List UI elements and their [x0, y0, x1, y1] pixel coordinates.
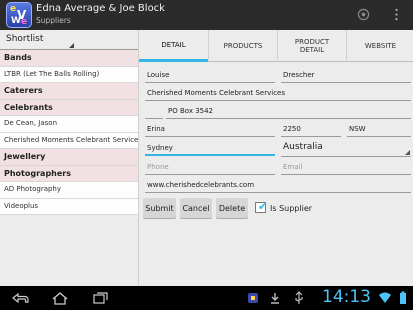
shortlist-spinner[interactable]: Shortlist [0, 30, 138, 50]
status-clock: 14:13 [322, 287, 371, 307]
tab-bar: DETAIL PRODUCTS PRODUCT DETAIL WEBSITE [139, 30, 413, 62]
is-supplier-checkbox[interactable]: ✔ [255, 200, 268, 213]
supplier-name: Cherished Moments Celebrant Services [4, 135, 142, 144]
usb-icon [295, 291, 303, 304]
tab-website[interactable]: WEBSITE [346, 30, 413, 62]
tab-detail[interactable]: DETAIL [139, 30, 208, 62]
suburb-field[interactable]: Erina [145, 124, 275, 137]
category-header[interactable]: Caterers [0, 83, 138, 100]
tab-products[interactable]: PRODUCTS [208, 30, 277, 62]
supplier-name: Videoplus [4, 201, 39, 210]
action-bar: e V W e Edna Average & Joe Block Supplie… [0, 0, 413, 30]
category-header[interactable]: Bands [0, 50, 138, 67]
country-caret-icon [405, 150, 410, 155]
address-line2-field[interactable]: PO Box 3542 [166, 106, 411, 119]
app-screen: e V W e Edna Average & Joe Block Supplie… [0, 0, 413, 310]
download-icon[interactable] [268, 291, 282, 305]
settings-icon[interactable] [357, 8, 370, 21]
supplier-name: AD Photography [4, 185, 62, 193]
supplier-list-item[interactable]: Cherished Moments Celebrant Services [0, 132, 142, 149]
website-field[interactable]: www.cherishedcelebrants.com [145, 180, 411, 193]
supplier-list-pane: Shortlist Bands LTBR (Let The Balls Rolli… [0, 30, 142, 286]
category-header[interactable]: Jewellery [0, 149, 138, 166]
wifi-icon [379, 292, 391, 303]
category-label: Photographers [4, 168, 71, 178]
cancel-button[interactable]: Cancel [180, 198, 212, 218]
first-name-field[interactable]: Louise [145, 70, 275, 83]
spinner-caret-icon [69, 43, 74, 48]
category-label: Celebrants [4, 102, 53, 112]
recent-apps-icon[interactable] [90, 290, 110, 306]
overflow-menu-icon[interactable] [390, 8, 403, 21]
state-field[interactable]: NSW [347, 124, 411, 137]
postcode-field[interactable]: 2250 [281, 124, 341, 137]
last-name-field[interactable]: Drescher [281, 70, 411, 83]
system-bar: 14:13 [0, 286, 413, 310]
is-supplier-label: Is Supplier [270, 204, 313, 213]
category-label: Jewellery [4, 152, 46, 161]
category-label: Bands [4, 53, 32, 62]
country-spinner[interactable]: Australia [281, 142, 411, 157]
supplier-list-item[interactable]: De Cean, Jason [0, 116, 138, 133]
tab-product-detail[interactable]: PRODUCT DETAIL [277, 30, 346, 62]
supplier-name: LTBR (Let The Balls Rolling) [4, 69, 100, 78]
app-logo-icon[interactable]: e V W e [6, 2, 32, 28]
app-title: Edna Average & Joe Block [36, 3, 165, 14]
detail-pane: DETAIL PRODUCTS PRODUCT DETAIL WEBSITE L… [138, 30, 413, 286]
checkmark-icon: ✔ [258, 200, 268, 213]
company-field[interactable]: Cherished Moments Celebrant Services [145, 88, 411, 101]
back-icon[interactable] [10, 290, 30, 306]
phone-field[interactable]: Phone [145, 162, 275, 175]
app-subtitle: Suppliers [36, 16, 71, 25]
category-header[interactable]: Celebrants [0, 99, 138, 116]
delete-button[interactable]: Delete [216, 198, 248, 218]
notification-icon[interactable] [246, 291, 260, 305]
city-field[interactable]: Sydney [145, 143, 275, 156]
supplier-list-item[interactable]: Videoplus [0, 198, 138, 215]
battery-icon [400, 291, 406, 304]
supplier-list-item[interactable]: AD Photography [0, 182, 138, 199]
category-header[interactable]: Photographers [0, 165, 138, 182]
address-line1-field[interactable] [145, 106, 163, 119]
supplier-name: De Cean, Jason [4, 119, 58, 127]
submit-button[interactable]: Submit [143, 198, 176, 218]
supplier-list: Bands LTBR (Let The Balls Rolling) Caterer… [0, 50, 142, 215]
category-label: Caterers [4, 86, 43, 95]
email-field[interactable]: Email [281, 162, 411, 175]
home-icon[interactable] [50, 290, 70, 306]
supplier-list-item[interactable]: LTBR (Let The Balls Rolling) [0, 66, 138, 83]
